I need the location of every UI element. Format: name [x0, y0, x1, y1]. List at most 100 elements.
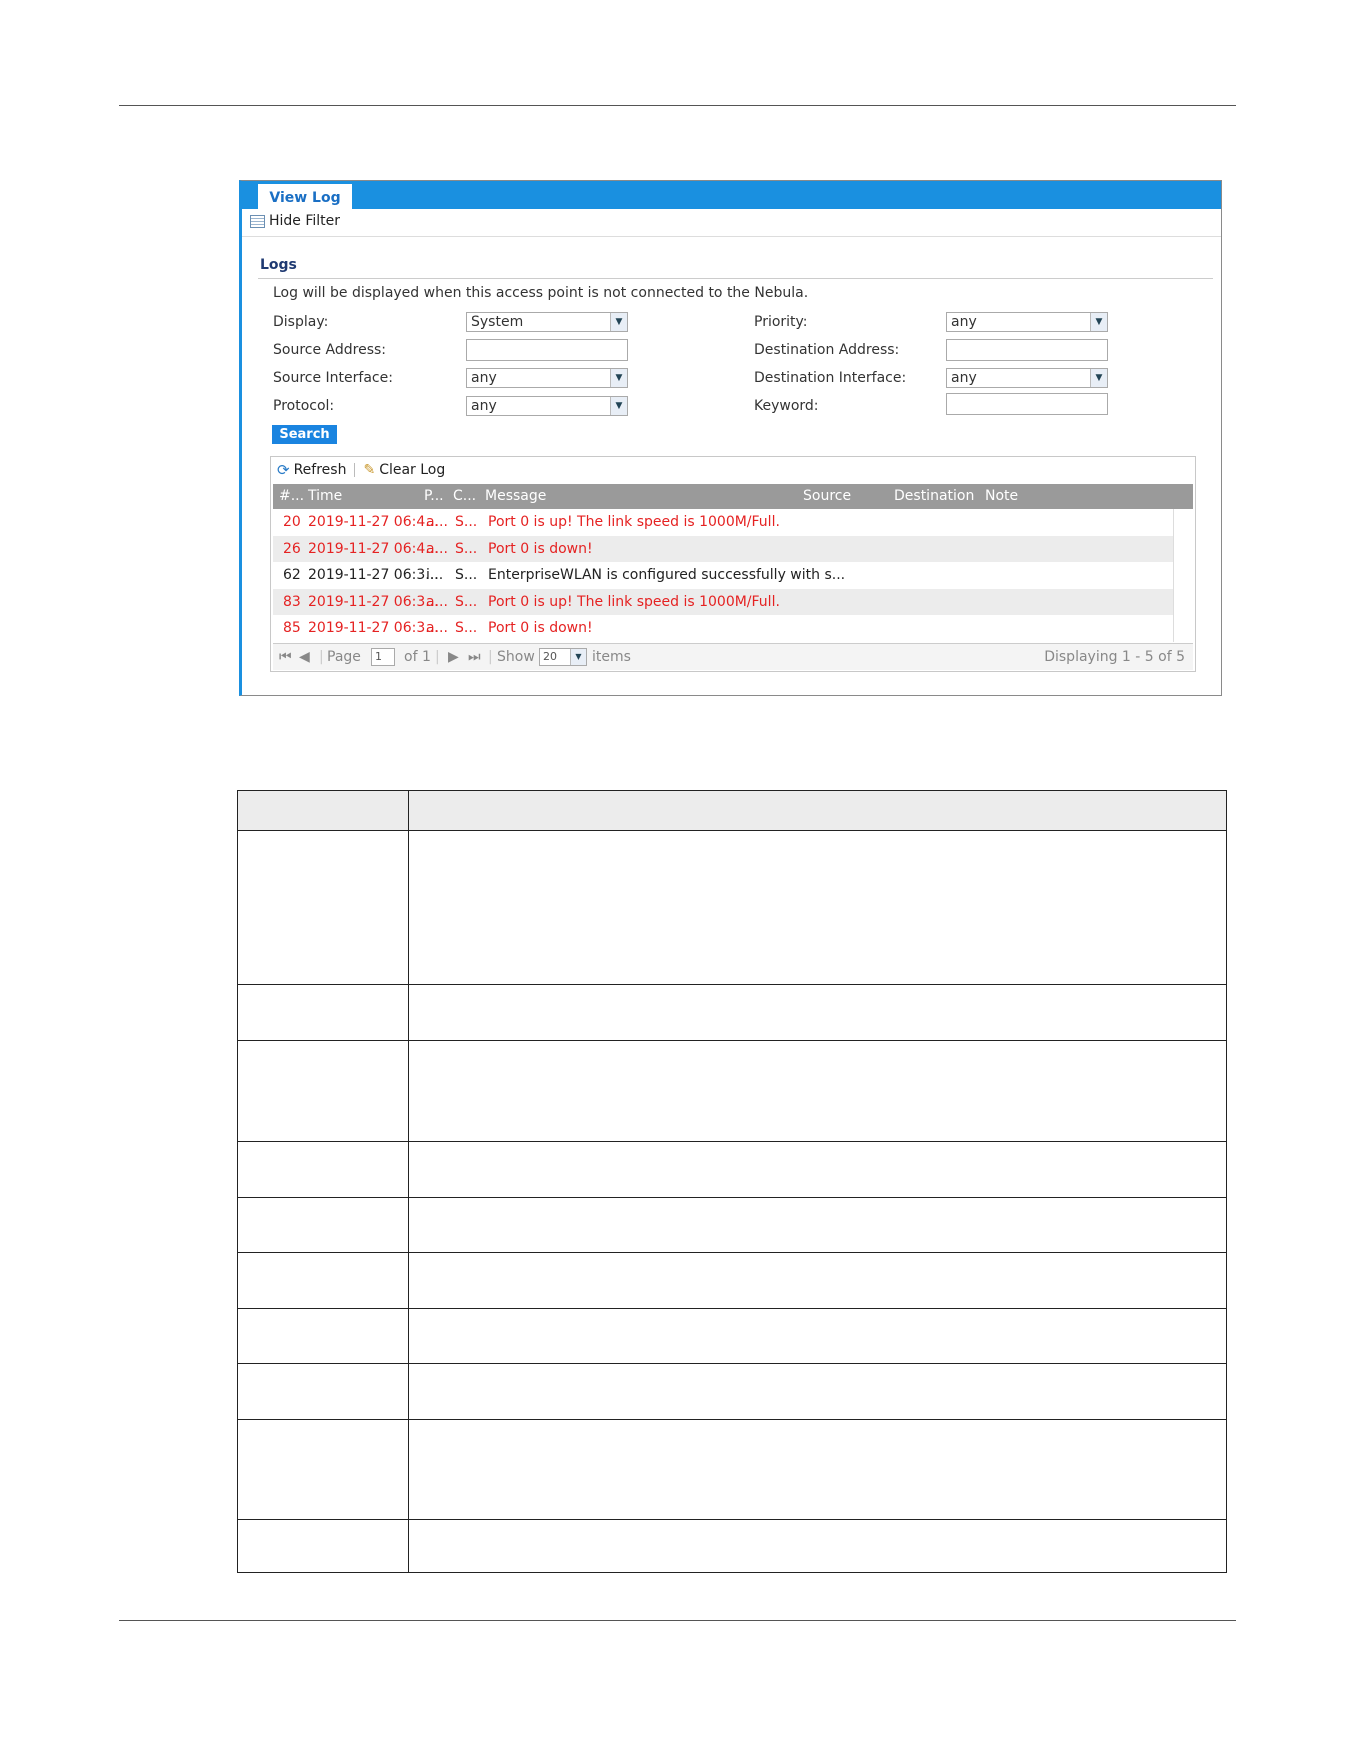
- display-select[interactable]: System ▼: [466, 312, 628, 332]
- hide-filter-label: Hide Filter: [269, 213, 341, 229]
- cell-time: 2019-11-27 06:4...: [308, 540, 439, 557]
- cell-time: 2019-11-27 06:3...: [308, 620, 439, 637]
- table-row[interactable]: 85 2019-11-27 06:3... a... S... Port 0 i…: [273, 615, 1173, 642]
- keyword-label: Keyword:: [754, 398, 819, 414]
- cell-message: Port 0 is up! The link speed is 1000M/Fu…: [488, 593, 780, 610]
- description-table: [237, 790, 1227, 1573]
- displaying-count: Displaying 1 - 5 of 5: [1044, 649, 1185, 665]
- refresh-icon: ⟳: [277, 461, 290, 479]
- hide-filter-button[interactable]: Hide Filter: [250, 213, 340, 229]
- clear-log-button[interactable]: ✎ Clear Log: [363, 462, 445, 478]
- page-label: Page: [327, 649, 361, 665]
- page-count-label: of 1: [404, 649, 431, 665]
- cell-message: Port 0 is down!: [488, 540, 593, 557]
- notice-text: Log will be displayed when this access p…: [273, 285, 809, 301]
- section-divider: [258, 278, 1213, 279]
- first-page-icon[interactable]: ⏮: [279, 644, 292, 670]
- log-grid: ⟳ Refresh ✎ Clear Log #... Time P... C..…: [270, 456, 1196, 672]
- chevron-down-icon: ▼: [1090, 369, 1107, 387]
- page-bottom-rule: [119, 1620, 1236, 1621]
- pager-separator: |: [319, 649, 324, 665]
- chevron-down-icon: ▼: [610, 369, 627, 387]
- cell-category: S...: [455, 567, 478, 584]
- tab-view-log[interactable]: View Log: [258, 184, 352, 209]
- destination-interface-select[interactable]: any ▼: [946, 368, 1108, 388]
- vertical-scrollbar[interactable]: [1173, 509, 1194, 642]
- table-row[interactable]: 26 2019-11-27 06:4... a... S... Port 0 i…: [273, 535, 1173, 563]
- cell-message: EnterpriseWLAN is configured successfull…: [488, 567, 846, 584]
- destination-interface-select-value: any: [951, 370, 977, 386]
- table-row[interactable]: 83 2019-11-27 06:3... a... S... Port 0 i…: [273, 588, 1173, 616]
- search-button[interactable]: Search: [272, 425, 337, 444]
- chevron-down-icon: ▼: [570, 649, 586, 665]
- page-size-select[interactable]: 20 ▼: [539, 648, 587, 666]
- clear-log-label: Clear Log: [379, 462, 446, 478]
- refresh-button[interactable]: ⟳ Refresh: [277, 461, 346, 479]
- chevron-down-icon: ▼: [1090, 313, 1107, 331]
- grid-toolbar: ⟳ Refresh ✎ Clear Log: [277, 461, 445, 479]
- priority-select[interactable]: any ▼: [946, 312, 1108, 332]
- previous-page-icon[interactable]: ◀: [299, 644, 310, 670]
- protocol-select-value: any: [471, 398, 497, 414]
- cell-time: 2019-11-27 06:3...: [308, 593, 439, 610]
- next-page-icon[interactable]: ▶: [448, 644, 459, 670]
- tab-bar: View Log: [242, 181, 1221, 209]
- column-header-destination[interactable]: Destination: [894, 484, 974, 509]
- grid-header: #... Time P... C... Message Source Desti…: [273, 484, 1193, 509]
- section-title: Logs: [260, 257, 297, 273]
- grid-rows: 20 2019-11-27 06:4... a... S... Port 0 i…: [273, 509, 1173, 642]
- table-row-divider: [238, 1141, 1226, 1142]
- source-address-label: Source Address:: [273, 342, 387, 358]
- table-row-divider: [238, 1519, 1226, 1520]
- column-header-time[interactable]: Time: [308, 484, 342, 509]
- column-header-message[interactable]: Message: [485, 484, 546, 509]
- cell-time: 2019-11-27 06:3...: [308, 567, 439, 584]
- column-header-category[interactable]: C...: [453, 484, 476, 509]
- cell-number: 26: [283, 540, 301, 557]
- show-label: Show: [497, 649, 535, 665]
- cell-priority: a...: [426, 514, 448, 530]
- pager-separator: |: [488, 649, 493, 665]
- priority-select-value: any: [951, 314, 977, 330]
- divider: [242, 236, 1221, 237]
- cell-priority: a...: [426, 593, 448, 610]
- chevron-down-icon: ▼: [610, 397, 627, 415]
- table-row-divider: [238, 1197, 1226, 1198]
- table-row[interactable]: 62 2019-11-27 06:3... i... S... Enterpri…: [273, 562, 1173, 589]
- column-header-source[interactable]: Source: [803, 484, 851, 509]
- keyword-input[interactable]: [946, 393, 1108, 415]
- source-address-input[interactable]: [466, 339, 628, 361]
- cell-category: S...: [455, 620, 478, 637]
- source-interface-select-value: any: [471, 370, 497, 386]
- table-row[interactable]: 20 2019-11-27 06:4... a... S... Port 0 i…: [273, 509, 1173, 536]
- protocol-select[interactable]: any ▼: [466, 396, 628, 416]
- cell-priority: i...: [426, 567, 444, 584]
- list-icon: [250, 214, 265, 228]
- table-row-divider: [238, 830, 1226, 831]
- page-number-input[interactable]: 1: [371, 648, 395, 666]
- cell-category: S...: [455, 540, 478, 557]
- page-top-rule: [119, 105, 1236, 106]
- page-size-value: 20: [543, 650, 557, 663]
- display-select-value: System: [471, 314, 524, 330]
- destination-address-input[interactable]: [946, 339, 1108, 361]
- table-row-divider: [238, 1363, 1226, 1364]
- cell-number: 62: [283, 567, 301, 584]
- table-row-divider: [238, 1308, 1226, 1309]
- cell-category: S...: [455, 514, 478, 530]
- display-label: Display:: [273, 314, 329, 330]
- source-interface-select[interactable]: any ▼: [466, 368, 628, 388]
- priority-label: Priority:: [754, 314, 808, 330]
- table-row-divider: [238, 1252, 1226, 1253]
- cell-message: Port 0 is up! The link speed is 1000M/Fu…: [488, 514, 780, 530]
- column-header-number[interactable]: #...: [279, 484, 304, 509]
- pager-separator: |: [435, 649, 440, 665]
- last-page-icon[interactable]: ⏭: [468, 644, 481, 670]
- table-row-divider: [238, 1419, 1226, 1420]
- items-label: items: [592, 649, 631, 665]
- cell-message: Port 0 is down!: [488, 620, 593, 637]
- destination-interface-label: Destination Interface:: [754, 370, 907, 386]
- column-header-note[interactable]: Note: [985, 484, 1018, 509]
- column-header-priority[interactable]: P...: [424, 484, 444, 509]
- cell-priority: a...: [426, 540, 448, 557]
